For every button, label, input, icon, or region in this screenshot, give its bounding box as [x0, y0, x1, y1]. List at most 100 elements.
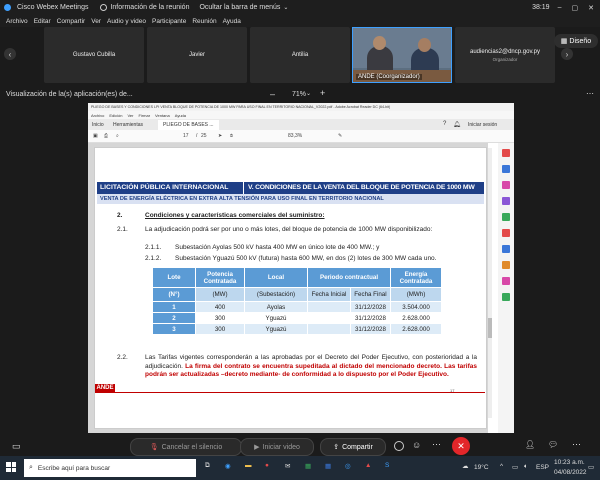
menu-archivo[interactable]: Archivo: [6, 18, 28, 25]
acrobat-menu-item[interactable]: Ayuda: [175, 113, 186, 118]
chat-icon[interactable]: ▭: [12, 441, 21, 452]
end-call-button[interactable]: ✕: [452, 437, 470, 455]
acrobat-menu-item[interactable]: Ver: [127, 113, 133, 118]
microphone-icon: 🎙︎: [149, 444, 159, 451]
menu-editar[interactable]: Editar: [34, 18, 51, 25]
task-view-icon[interactable]: ⧉: [205, 462, 210, 470]
sign-in-link[interactable]: Iniciar sesión: [468, 122, 497, 128]
record-icon[interactable]: [394, 441, 404, 451]
close-icon[interactable]: ✕: [588, 4, 594, 12]
more-icon[interactable]: ⋯: [432, 439, 441, 450]
weather-temp[interactable]: 19°C: [474, 464, 489, 471]
info-icon[interactable]: [100, 4, 108, 11]
video-button[interactable]: ▶ Iniciar video: [240, 438, 314, 456]
maximize-icon[interactable]: ▢: [572, 4, 579, 12]
header-cell: Periodo contractual: [307, 267, 391, 288]
menu-reunion[interactable]: Reunión: [192, 18, 216, 25]
bell-icon[interactable]: 🔔︎: [453, 121, 461, 128]
tool-icon[interactable]: [502, 229, 510, 237]
participant-tile[interactable]: Javier: [147, 27, 247, 83]
unit-cell: Fecha Final: [349, 287, 392, 302]
zoom-in-icon[interactable]: +: [320, 88, 325, 98]
hide-menu-bar-button[interactable]: Ocultar la barra de menús: [199, 4, 280, 11]
tab-inicio[interactable]: Inicio: [92, 122, 104, 128]
clock-time[interactable]: 10:23 a.m.: [554, 459, 585, 466]
next-page-button[interactable]: ›: [561, 48, 573, 60]
search-icon[interactable]: ⌕: [116, 133, 119, 139]
language-indicator[interactable]: ESP: [536, 464, 549, 471]
print-icon[interactable]: ⎙: [104, 133, 108, 139]
participant-tile[interactable]: Gustavo Cubilla: [44, 27, 144, 83]
tab-herramientas[interactable]: Herramientas: [113, 122, 143, 128]
acrobat-menu-item[interactable]: Archivo: [91, 113, 104, 118]
acrobat-taskbar-icon[interactable]: ▲: [365, 462, 371, 469]
acrobat-menu-item[interactable]: Ventana: [155, 113, 170, 118]
mail-icon[interactable]: ✉: [285, 462, 290, 470]
help-icon[interactable]: ?: [443, 121, 446, 127]
zoom-level[interactable]: 71%: [292, 91, 306, 98]
subparagraph-text: Subestación Yguazú 500 kV (futura) hasta…: [175, 255, 437, 262]
tool-icon[interactable]: [502, 213, 510, 221]
tool-icon[interactable]: [502, 261, 510, 269]
network-icon[interactable]: ▭: [512, 463, 518, 471]
comment-icon[interactable]: ✎: [338, 133, 342, 139]
tool-icon[interactable]: [502, 165, 510, 173]
edge-icon[interactable]: ◉: [225, 462, 231, 470]
tool-icon[interactable]: [502, 197, 510, 205]
chrome-icon[interactable]: ●: [265, 462, 269, 469]
organizer-tile[interactable]: audiencias2@dncp.gov.py Organizador: [455, 27, 555, 83]
page-current[interactable]: 17: [183, 133, 189, 139]
volume-icon[interactable]: 🔈︎: [524, 463, 528, 471]
word-icon[interactable]: ▦: [325, 462, 331, 470]
clock-date[interactable]: 04/08/2022: [554, 469, 587, 476]
scrollbar-thumb[interactable]: [488, 318, 492, 338]
windows-start-icon[interactable]: [6, 462, 16, 472]
tray-chevron-icon[interactable]: ^: [500, 463, 503, 470]
file-explorer-icon[interactable]: ▬: [245, 462, 252, 469]
header-cell: Local: [244, 267, 308, 288]
tool-icon[interactable]: [502, 293, 510, 301]
menu-ayuda[interactable]: Ayuda: [223, 18, 241, 25]
vertical-scrollbar[interactable]: [488, 148, 492, 418]
unit-cell: Fecha Inicial: [307, 287, 351, 302]
more-panel-icon[interactable]: ⋯: [572, 439, 581, 450]
paragraph-2-2: Las Tarifas vigentes corresponderán a la…: [145, 354, 477, 380]
share-button[interactable]: ⇪ Compartir: [320, 438, 386, 456]
zoom-value[interactable]: 83,3%: [288, 133, 302, 139]
tool-icon[interactable]: [502, 181, 510, 189]
menu-participante[interactable]: Participante: [152, 18, 186, 25]
menu-compartir[interactable]: Compartir: [57, 18, 86, 25]
emoji-icon[interactable]: ☺: [412, 440, 421, 450]
header-cell: Lote: [152, 267, 196, 288]
menu-audio-video[interactable]: Audio y video: [107, 18, 146, 25]
participant-tile[interactable]: Antilia: [250, 27, 350, 83]
chat-panel-icon[interactable]: 💬︎: [548, 440, 558, 449]
mute-button[interactable]: 🎙︎ Cancelar el silencio: [130, 438, 242, 456]
tool-icon[interactable]: [502, 149, 510, 157]
save-icon[interactable]: ▣: [93, 133, 98, 139]
layout-button[interactable]: ▦ Diseño: [554, 34, 598, 48]
tool-icon[interactable]: [502, 277, 510, 285]
acrobat-menu-item[interactable]: Edición: [109, 113, 122, 118]
cursor-icon[interactable]: ➤: [218, 133, 222, 139]
share-bar: Visualización de la(s) aplicación(es) de…: [0, 88, 600, 102]
participants-icon[interactable]: 👤︎: [525, 440, 535, 449]
prev-page-button[interactable]: ‹: [4, 48, 16, 60]
excel-icon[interactable]: ▦: [305, 462, 311, 470]
meeting-info-link[interactable]: Información de la reunión: [110, 4, 189, 11]
tool-icon[interactable]: [502, 245, 510, 253]
notification-icon[interactable]: ▭: [588, 463, 594, 471]
zoom-dropdown-icon[interactable]: ⌄: [306, 90, 311, 97]
tab-document[interactable]: PLIEGO DE BASES ...: [158, 120, 219, 130]
more-options-icon[interactable]: ⋯: [586, 89, 594, 98]
zoom-out-icon[interactable]: –: [270, 89, 275, 99]
active-speaker-video[interactable]: ANDE (Coorganizador): [352, 27, 452, 83]
taskbar-search-box[interactable]: ⌕ Escribe aquí para buscar: [24, 459, 196, 477]
skype-icon[interactable]: S: [385, 462, 389, 469]
acrobat-menu-item[interactable]: Firmar: [138, 113, 150, 118]
minimize-icon[interactable]: –: [558, 4, 562, 11]
webex-taskbar-icon[interactable]: ◎: [345, 462, 351, 470]
chevron-down-icon[interactable]: ⌄: [283, 4, 288, 11]
menu-ver[interactable]: Ver: [91, 18, 101, 25]
hand-icon[interactable]: ✋︎: [230, 133, 233, 139]
